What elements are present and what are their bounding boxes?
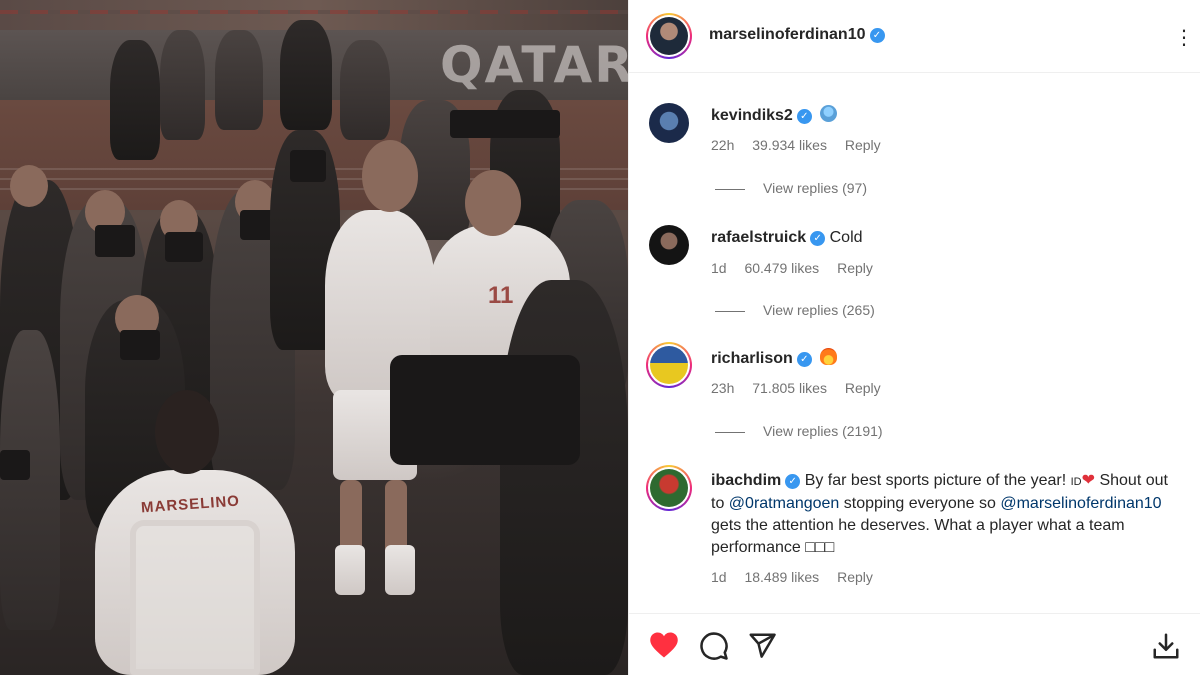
verified-badge-icon: ✓ bbox=[796, 352, 812, 367]
comment-time: 1d bbox=[711, 569, 727, 585]
mention-link[interactable]: @marselinoferdinan10 bbox=[1000, 495, 1161, 512]
author-avatar[interactable] bbox=[646, 13, 692, 59]
commenter-avatar[interactable] bbox=[649, 103, 689, 143]
author-username[interactable]: marselinoferdinan10 ✓ bbox=[709, 26, 885, 44]
comment-likes[interactable]: 18.489 likes bbox=[744, 569, 819, 585]
camera bbox=[95, 225, 135, 257]
commenter-avatar[interactable] bbox=[646, 465, 692, 511]
photographer bbox=[0, 330, 60, 630]
chair bbox=[130, 520, 260, 675]
comment-time: 1d bbox=[711, 260, 727, 276]
comment-icon bbox=[700, 632, 728, 660]
commenter-username[interactable]: kevindiks2 bbox=[711, 107, 793, 124]
comment-time: 22h bbox=[711, 137, 735, 153]
verified-badge-icon: ✓ bbox=[785, 474, 801, 489]
commenter-username[interactable]: richarlison bbox=[711, 350, 793, 367]
commenter-username[interactable]: ibachdim bbox=[711, 472, 781, 489]
comments-panel: marselinoferdinan10 ✓ ⋮ kevindiks2 ✓ 22h 3… bbox=[628, 0, 1200, 675]
commenter-username[interactable]: rafaelstruick bbox=[711, 229, 806, 246]
comment-text: stopping everyone so bbox=[843, 495, 996, 512]
comment-text: gets the attention he deserves. What a p… bbox=[711, 517, 1125, 556]
reply-button[interactable]: Reply bbox=[845, 380, 881, 396]
photographer bbox=[160, 30, 205, 140]
unrendered-emoji-glyphs: □□□ bbox=[805, 539, 835, 556]
comment-text: Cold bbox=[829, 229, 863, 246]
camera bbox=[290, 150, 326, 182]
view-replies-button[interactable]: View replies (97) bbox=[715, 180, 867, 196]
post-photo[interactable]: QATAR 11 MARSELINO bbox=[0, 0, 628, 675]
heart-icon bbox=[650, 632, 678, 658]
camera bbox=[0, 450, 30, 480]
like-button[interactable] bbox=[649, 631, 679, 664]
action-bar bbox=[629, 613, 1200, 675]
comment-likes[interactable]: 71.805 likes bbox=[752, 380, 827, 396]
camera-operator bbox=[500, 280, 628, 675]
camera bbox=[165, 232, 203, 262]
comment-likes[interactable]: 39.934 likes bbox=[752, 137, 827, 153]
jersey-number: 11 bbox=[488, 282, 514, 309]
photographer bbox=[215, 30, 263, 130]
author-name[interactable]: marselinoferdinan10 bbox=[709, 26, 866, 43]
fire-emoji-icon bbox=[820, 348, 838, 365]
verified-badge-icon: ✓ bbox=[810, 231, 826, 246]
comment-button[interactable] bbox=[699, 631, 729, 666]
comment-likes[interactable]: 60.479 likes bbox=[744, 260, 819, 276]
reply-button[interactable]: Reply bbox=[845, 137, 881, 153]
commenter-avatar[interactable] bbox=[646, 342, 692, 388]
commenter-avatar[interactable] bbox=[649, 225, 689, 265]
camera bbox=[450, 110, 560, 138]
post-header: marselinoferdinan10 ✓ ⋮ bbox=[629, 0, 1200, 73]
camera bbox=[120, 330, 160, 360]
photographer bbox=[110, 40, 160, 160]
flag-text: ID bbox=[1070, 476, 1082, 488]
view-replies-button[interactable]: View replies (265) bbox=[715, 302, 875, 318]
more-options-icon[interactable]: ⋮ bbox=[1174, 25, 1195, 50]
face-emoji-icon bbox=[820, 105, 838, 122]
heart-emoji-icon: ❤ bbox=[1081, 472, 1095, 489]
photographer bbox=[280, 20, 332, 130]
verified-badge-icon: ✓ bbox=[796, 109, 812, 124]
tv-camera bbox=[390, 355, 580, 465]
comment-time: 23h bbox=[711, 380, 735, 396]
reply-button[interactable]: Reply bbox=[837, 260, 873, 276]
download-button[interactable] bbox=[1151, 631, 1181, 666]
share-icon bbox=[749, 633, 776, 658]
share-button[interactable] bbox=[747, 631, 777, 666]
verified-badge-icon: ✓ bbox=[869, 28, 885, 43]
reply-button[interactable]: Reply bbox=[837, 569, 873, 585]
comment-text: By far best sports picture of the year! bbox=[804, 472, 1067, 489]
photographer bbox=[340, 40, 390, 140]
view-replies-button[interactable]: View replies (2191) bbox=[715, 423, 883, 439]
mention-link[interactable]: @0ratmangoen bbox=[729, 495, 840, 512]
download-icon bbox=[1153, 633, 1179, 659]
board-text: QATAR bbox=[440, 36, 628, 94]
